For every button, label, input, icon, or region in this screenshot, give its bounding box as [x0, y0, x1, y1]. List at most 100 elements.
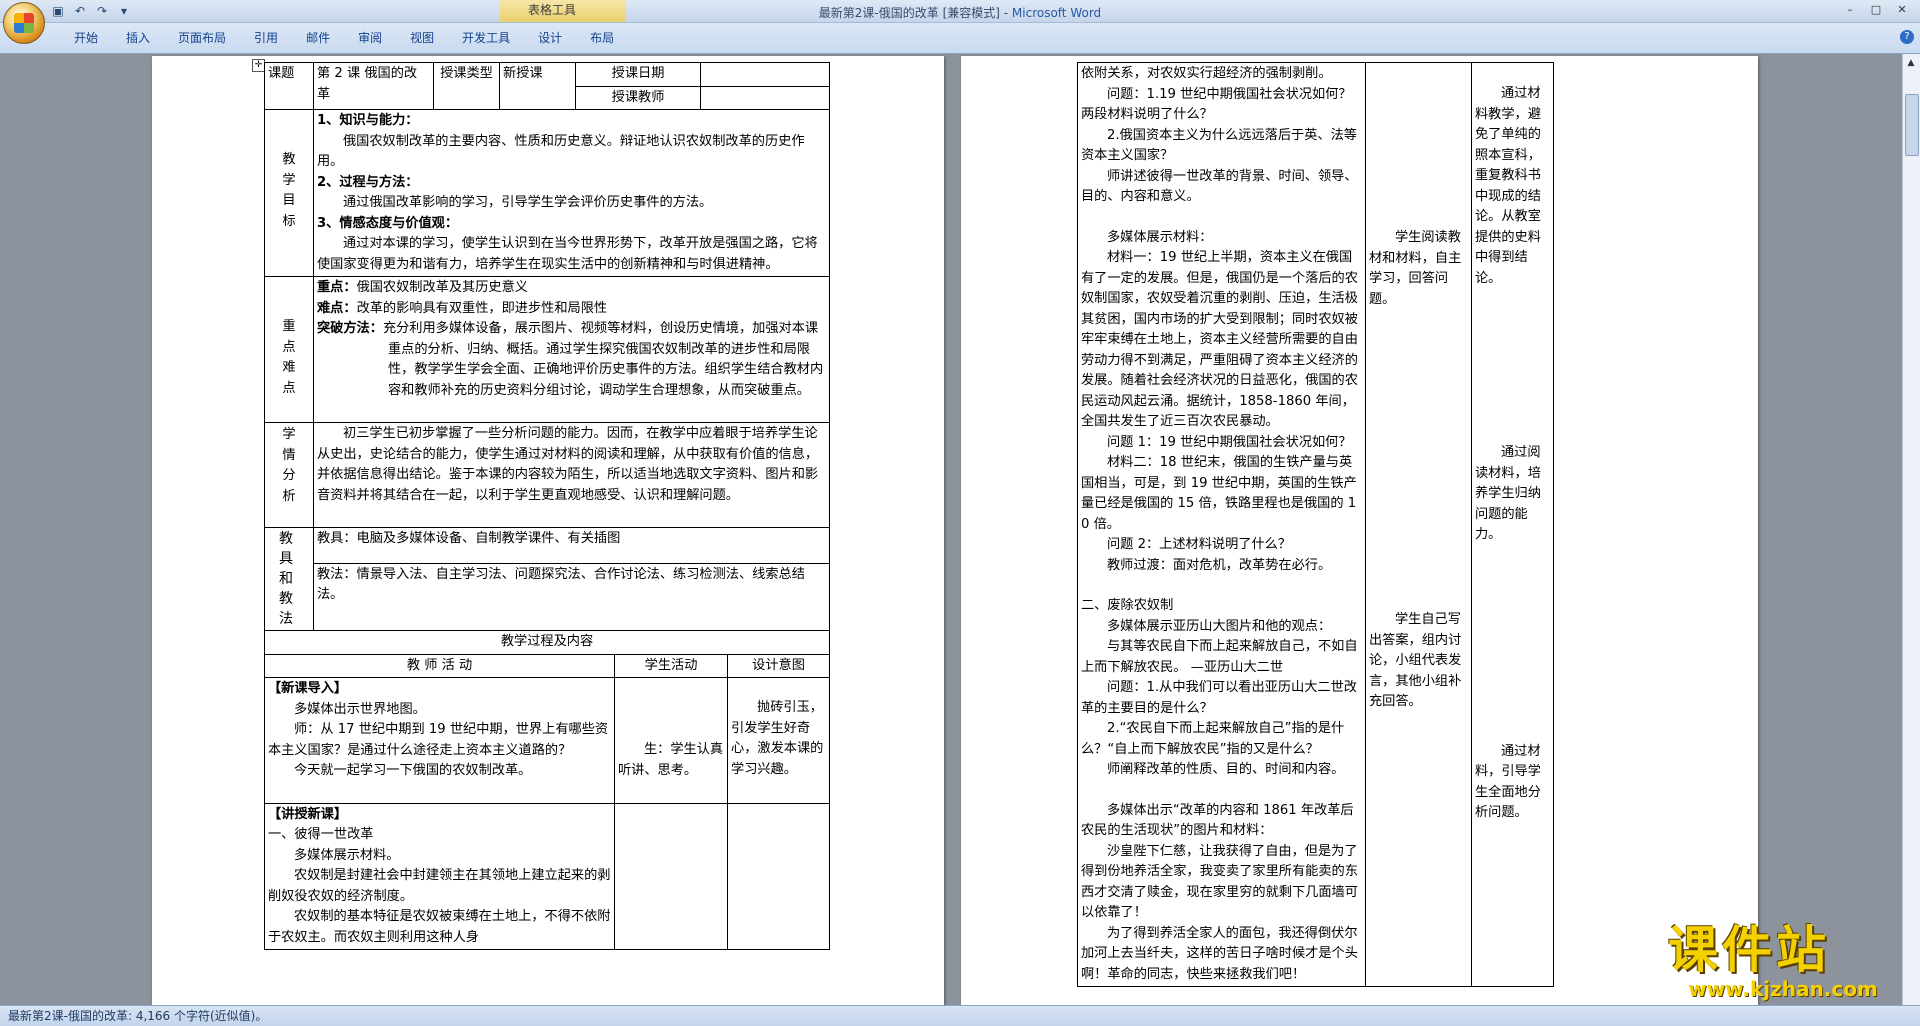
- goals-label-char: 学: [282, 172, 296, 188]
- tupo-line: 突破方法：充分利用多媒体设备，展示图片、视频等材料，创设历史情境，加强对本课重点…: [317, 319, 826, 401]
- maximize-icon[interactable]: □: [1864, 2, 1888, 18]
- window-controls: – □ ✕: [1838, 2, 1914, 18]
- teacher-activity-line: 教师过渡：面对危机，改革势在必行。: [1107, 557, 1332, 573]
- app-name: Microsoft Word: [1011, 6, 1102, 20]
- tab-insert[interactable]: 插入: [112, 29, 164, 47]
- tab-review[interactable]: 审阅: [344, 29, 396, 47]
- xueqing-label-char: 学: [282, 427, 296, 442]
- vertical-scrollbar[interactable]: ▲: [1902, 54, 1920, 1005]
- teacher-activity-line: [1081, 208, 1362, 228]
- key-label-char: 点: [282, 339, 296, 355]
- xueqing-text: 初三学生已初步掌握了一些分析问题的能力。因而，在教学中应着眼于培养学生论从史出，…: [317, 426, 819, 503]
- scrollbar-thumb[interactable]: [1905, 94, 1919, 156]
- empty-line: [268, 782, 611, 802]
- col-student-header: 学生活动: [613, 653, 729, 678]
- teacher-activity-line: 多媒体展示材料：: [1107, 229, 1213, 245]
- title-bar: ▣ ↶ ↷ ▾ 表格工具 最新第2课-俄国的改革 [兼容模式] - Micros…: [0, 0, 1920, 23]
- status-text: 最新第2课-俄国的改革: 4,166 个字符(近似值)。: [8, 1009, 268, 1023]
- date-value[interactable]: [700, 62, 831, 87]
- goal-knowledge-text: 俄国农奴制改革的主要内容、性质和历史意义。辩证地认识农奴制改革的历史作用。: [317, 133, 805, 170]
- goals-label-char: 目: [282, 193, 296, 208]
- teacher-activity-line: 为了得到养活全家人的面包，我还得倒伏尔加河上去当纤夫，这样的苦日子啥时候才是个头…: [1081, 925, 1358, 982]
- window-title: 最新第2课-俄国的改革 [兼容模式] - Microsoft Word: [0, 4, 1920, 21]
- continued-design-cell: 通过材料教学，避免了单纯的照本宣科，重复教科书中现成的结论。从教室提供的史料中得…: [1471, 62, 1554, 987]
- empty-line: [317, 401, 826, 421]
- new-student-cell: [613, 802, 729, 950]
- page-2: 依附关系，对农奴实行超经济的强制剥削。 问题：1.19 世纪中期俄国社会状况如何？…: [961, 56, 1758, 1005]
- new-line: 多媒体展示材料。: [294, 847, 400, 863]
- close-icon[interactable]: ✕: [1890, 2, 1914, 18]
- key-label-char: 难: [282, 360, 296, 375]
- jiaofa-text: 教法：情景导入法、自主学习法、问题探究法、合作讨论法、练习检测法、线索总结法。: [312, 562, 831, 632]
- teacher-label: 授课教师: [574, 85, 702, 110]
- redo-icon[interactable]: ↷: [94, 3, 110, 19]
- office-button[interactable]: [3, 2, 45, 44]
- col-design-header: 设计意图: [727, 653, 831, 678]
- intro-title: 【新课导入】: [268, 681, 348, 696]
- teacher-activity-line: [1081, 576, 1362, 596]
- tab-home[interactable]: 开始: [60, 29, 112, 47]
- undo-icon[interactable]: ↶: [72, 3, 88, 19]
- intro-teacher-cell: 【新课导入】 多媒体出示世界地图。 师：从 17 世纪中期到 19 世纪中期，世…: [264, 677, 615, 804]
- tab-view[interactable]: 视图: [396, 29, 448, 47]
- teacher-activity-line: 依附关系，对农奴实行超经济的强制剥削。: [1081, 66, 1332, 81]
- intro-design-cell: 抛砖引玉，引发学生好奇心，激发本课的学习兴趣。: [727, 677, 831, 804]
- teacher-activity-line: 材料二：18 世纪末，俄国的生铁产量与英国相当，可是，到 19 世纪中期，英国的…: [1081, 455, 1357, 532]
- customize-qat-icon[interactable]: ▾: [116, 3, 132, 19]
- teacher-activity-line: 问题：1.从中我们可以看出亚历山大二世改革的主要目的是什么？: [1081, 680, 1357, 716]
- status-bar: 最新第2课-俄国的改革: 4,166 个字符(近似值)。: [0, 1005, 1920, 1026]
- student-activity-1: 学生阅读教材和材料，自主学习，回答问题。: [1369, 230, 1462, 307]
- nandian-line: 难点：改革的影响具有双重性，即进步性和局限性: [317, 299, 826, 320]
- help-icon[interactable]: ?: [1900, 30, 1914, 44]
- office-logo-icon: [14, 13, 34, 33]
- watermark-url: www.kjzhan.com: [1688, 977, 1878, 1001]
- teacher-activity-line: 问题 1：19 世纪中期俄国社会状况如何？: [1107, 434, 1352, 450]
- tab-mailings[interactable]: 邮件: [292, 29, 344, 47]
- continued-student-cell: 学生阅读教材和材料，自主学习，回答问题。 学生自己写出答案，组内讨论，小组代表发…: [1365, 62, 1472, 987]
- quick-access-toolbar: ▣ ↶ ↷ ▾: [50, 3, 132, 19]
- intro-line: 今天就一起学习一下俄国的农奴制改革。: [294, 763, 532, 778]
- new-line: 农奴制的基本特征是农奴被束缚在土地上，不得不依附于农奴主。而农奴主则利用这种人身: [268, 909, 611, 945]
- new-teacher-cell: 【讲授新课】 一、彼得一世改革 多媒体展示材料。 农奴制是封建社会中封建领主在其…: [264, 802, 615, 950]
- continued-teacher-cell: 依附关系，对农奴实行超经济的强制剥削。 问题：1.19 世纪中期俄国社会状况如何？…: [1077, 62, 1366, 987]
- tab-design[interactable]: 设计: [524, 29, 576, 47]
- goal-heading-knowledge: 1、知识与能力：: [317, 113, 419, 128]
- goal-process-text: 通过俄国改革影响的学习，引导学生学会评价历史事件的方法。: [343, 195, 713, 210]
- teacher-value[interactable]: [700, 85, 831, 110]
- teacher-activity-line: 2.“农民自下而上起来解放自己”指的是什么？“自上而下解放农民”指的又是什么？: [1081, 721, 1345, 757]
- intro-student-cell: 生：学生认真听讲、思考。: [613, 677, 729, 804]
- lesson-plan-table-continued: 依附关系，对农奴实行超经济的强制剥削。 问题：1.19 世纪中期俄国社会状况如何？…: [1077, 62, 1554, 987]
- save-icon[interactable]: ▣: [50, 3, 66, 19]
- document-area: ✛ 课题 第 2 课 俄国的改革 授课类型 新授课 授课日期 授课教师 教 学: [0, 54, 1920, 1005]
- key-points-content: 重点：俄国农奴制改革及其历史意义 难点：改革的影响具有双重性，即进步性和局限性 …: [312, 276, 831, 423]
- minimize-icon[interactable]: –: [1838, 2, 1862, 18]
- nandian-text: 改革的影响具有双重性，即进步性和局限性: [356, 300, 608, 316]
- zhongdian-label: 重点：: [317, 280, 357, 295]
- xueqing-label-char: 情: [282, 447, 296, 463]
- type-value: 新授课: [499, 62, 576, 110]
- ribbon: 开始 插入 页面布局 引用 邮件 审阅 视图 开发工具 设计 布局 ?: [0, 23, 1920, 54]
- empty-line: [317, 506, 826, 526]
- teacher-activity-line: 二、废除农奴制: [1081, 598, 1174, 613]
- xueqing-label: 学 情 分 析: [264, 422, 314, 528]
- tab-page-layout[interactable]: 页面布局: [164, 29, 240, 47]
- intro-design-text: 抛砖引玉，引发学生好奇心，激发本课的学习兴趣。: [731, 700, 824, 777]
- key-points-label: 重 点 难 点: [264, 276, 314, 423]
- watermark-brand: 课件站: [1668, 920, 1830, 979]
- tools-label: 教 具 和 教 法: [264, 527, 314, 631]
- type-label: 授课类型: [433, 62, 500, 110]
- kjzhan-watermark-logo: 课件站 www.kjzhan.com: [1668, 922, 1908, 1002]
- tab-layout[interactable]: 布局: [576, 29, 628, 47]
- scroll-up-icon[interactable]: ▲: [1904, 56, 1918, 70]
- tab-references[interactable]: 引用: [240, 29, 292, 47]
- tab-developer[interactable]: 开发工具: [448, 29, 524, 47]
- intro-line: 师：从 17 世纪中期到 19 世纪中期，世界上有哪些资本主义国家？是通过什么途…: [268, 722, 609, 758]
- key-label-char: 重: [282, 319, 296, 334]
- xueqing-label-char: 析: [282, 488, 296, 504]
- jiaoju-text: 教具：电脑及多媒体设备、自制教学课件、有关插图: [312, 527, 831, 564]
- teacher-activity-line: 2.俄国资本主义为什么远远落后于英、法等资本主义国家？: [1081, 127, 1357, 164]
